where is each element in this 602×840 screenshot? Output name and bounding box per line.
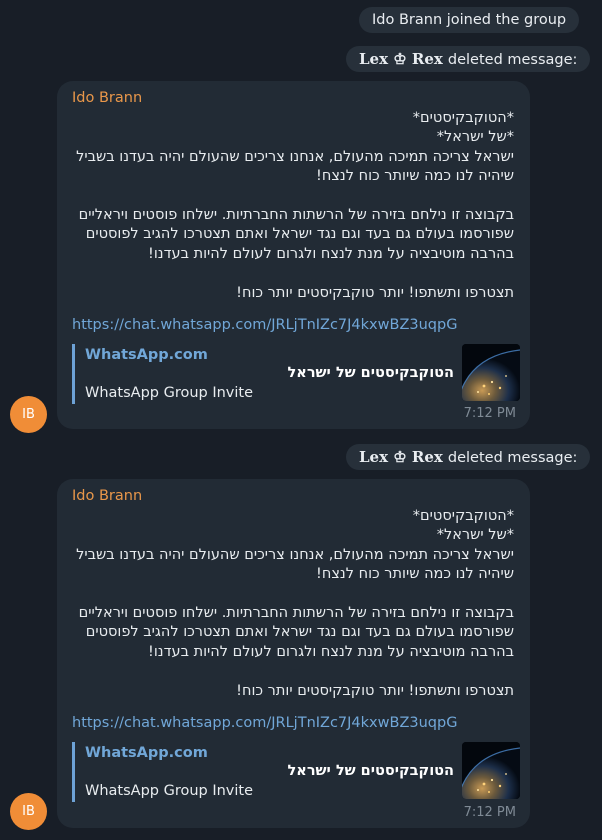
text-line: *הטוקבקיסטים* xyxy=(412,508,514,524)
preview-title: הטוקבקיסטים של ישראל xyxy=(287,763,454,779)
preview-site-name: WhatsApp.com xyxy=(85,745,208,761)
sender-name[interactable]: Ido Brann xyxy=(72,90,142,106)
invite-link[interactable]: https://chat.whatsapp.com/JRLjTnIZc7J4kx… xyxy=(72,715,457,731)
deleted-actor-name[interactable]: 𝐋𝐞𝐱 ♔ 𝐑𝐞𝐱 xyxy=(359,50,443,68)
text-line: תצטרפו ותשתפו! יותר טוקבקיסטים יותר כוח! xyxy=(236,284,514,301)
text-line: בקבוצה זו נילחם בזירה של הרשתות החברתיות… xyxy=(78,605,514,622)
preview-description: WhatsApp Group Invite xyxy=(85,783,254,799)
preview-thumbnail-earth-image[interactable] xyxy=(462,344,520,401)
text-line: בהרבה מוטיבציה על מנת לנצח ולגרום לעולם … xyxy=(148,643,514,660)
deleted-text: deleted message: xyxy=(447,450,578,466)
service-message-deleted: 𝐋𝐞𝐱 ♔ 𝐑𝐞𝐱 deleted message: xyxy=(346,46,591,72)
preview-site-name: WhatsApp.com xyxy=(85,347,208,363)
text-line: בהרבה מוטיבציה על מנת לנצח ולגרום לעולם … xyxy=(148,245,514,262)
preview-thumbnail-earth-image[interactable] xyxy=(462,742,520,799)
sender-name[interactable]: Ido Brann xyxy=(72,488,142,504)
avatar[interactable]: IB xyxy=(10,793,47,830)
text-line: ישראל צריכה תמיכה מהעולם, אנחנו צריכים ש… xyxy=(76,148,514,165)
joined-text: Ido Brann joined the group xyxy=(372,12,567,28)
service-message-deleted: 𝐋𝐞𝐱 ♔ 𝐑𝐞𝐱 deleted message: xyxy=(346,444,591,470)
link-preview[interactable]: WhatsApp.com הטוקבקיסטים של ישראל WhatsA… xyxy=(72,344,520,404)
text-line: *הטוקבקיסטים* xyxy=(412,110,514,126)
text-line: שיהיה לנו כמה שיותר כוח לנצח! xyxy=(316,168,514,185)
avatar[interactable]: IB xyxy=(10,396,47,433)
preview-description: WhatsApp Group Invite xyxy=(85,385,254,401)
deleted-text: deleted message: xyxy=(447,52,578,68)
text-line: תצטרפו ותשתפו! יותר טוקבקיסטים יותר כוח! xyxy=(236,682,514,699)
message-text: *הטוקבקיסטים* *של ישראל* ישראל צריכה תמי… xyxy=(72,507,514,701)
deleted-actor-name[interactable]: 𝐋𝐞𝐱 ♔ 𝐑𝐞𝐱 xyxy=(359,448,443,466)
invite-link[interactable]: https://chat.whatsapp.com/JRLjTnIZc7J4kx… xyxy=(72,317,457,333)
text-line: שפורסמו בעולם גם בעד וגם נגד ישראל ואתם … xyxy=(85,624,514,641)
message-timestamp: 7:12 PM xyxy=(463,406,516,421)
link-preview[interactable]: WhatsApp.com הטוקבקיסטים של ישראל WhatsA… xyxy=(72,742,520,802)
message-bubble[interactable]: Ido Brann *הטוקבקיסטים* *של ישראל* ישראל… xyxy=(57,81,530,429)
message-bubble[interactable]: Ido Brann *הטוקבקיסטים* *של ישראל* ישראל… xyxy=(57,479,530,828)
message-timestamp: 7:12 PM xyxy=(463,805,516,820)
service-message-joined: Ido Brann joined the group xyxy=(359,7,580,33)
text-line: *של ישראל* xyxy=(436,129,514,146)
text-line: שיהיה לנו כמה שיותר כוח לנצח! xyxy=(316,566,514,583)
text-line: *של ישראל* xyxy=(436,527,514,544)
text-line: בקבוצה זו נילחם בזירה של הרשתות החברתיות… xyxy=(78,207,514,224)
preview-title: הטוקבקיסטים של ישראל xyxy=(287,365,454,381)
text-line: שפורסמו בעולם גם בעד וגם נגד ישראל ואתם … xyxy=(85,226,514,243)
message-text: *הטוקבקיסטים* *של ישראל* ישראל צריכה תמי… xyxy=(72,109,514,303)
text-line: ישראל צריכה תמיכה מהעולם, אנחנו צריכים ש… xyxy=(76,546,514,563)
